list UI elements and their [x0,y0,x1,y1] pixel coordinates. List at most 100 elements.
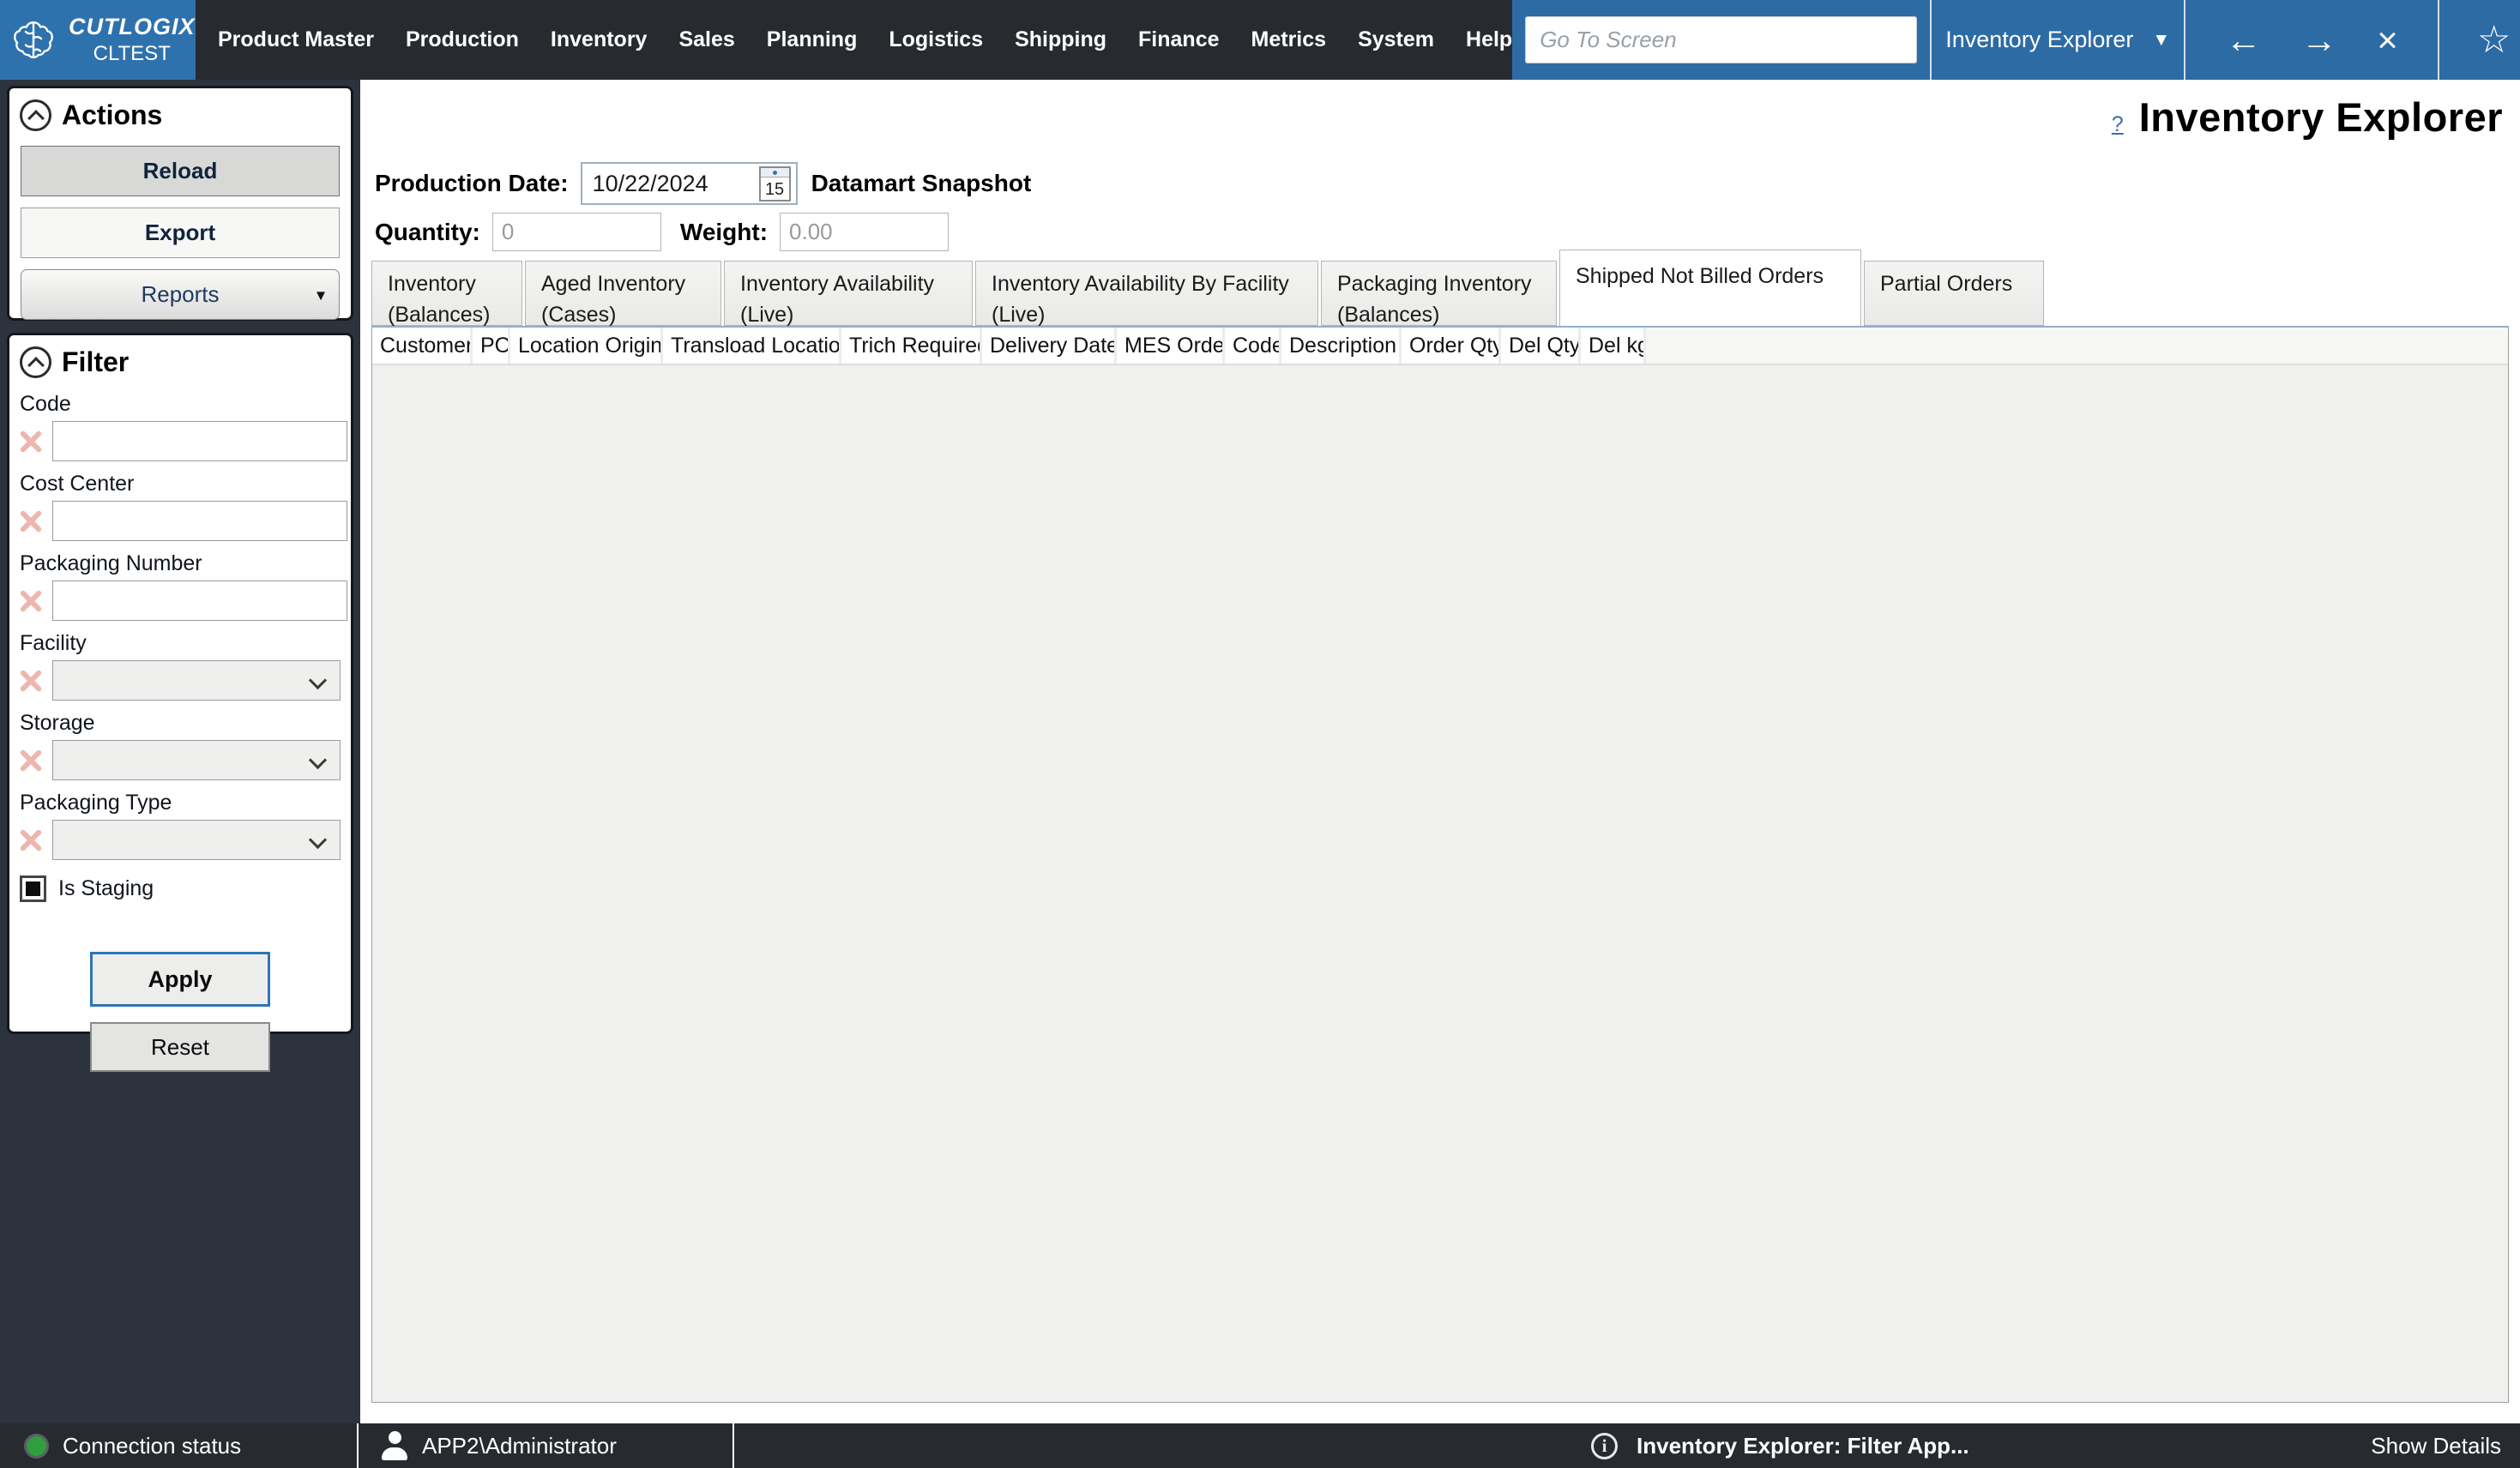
production-date-label: Production Date: [375,170,569,196]
clear-storage-icon[interactable] [15,744,47,777]
reload-button[interactable]: Reload [21,146,340,196]
column-header-mes-order[interactable]: MES Order [1117,328,1225,364]
tab-aged-inventory-cases[interactable]: Aged Inventory (Cases) [525,261,721,327]
packaging-number-input[interactable] [52,581,347,621]
app-window: CUTLOGIX CLTEST Product Master Productio… [0,0,2520,1468]
results-grid: Customer PO Location Origin Transload Lo… [371,326,2509,1403]
clear-code-icon[interactable] [15,425,47,458]
forward-arrow-icon[interactable]: → [2301,21,2337,58]
cost-center-input[interactable] [52,501,347,541]
tab-label: Inventory [388,272,476,296]
packaging-number-label: Packaging Number [20,551,202,575]
menu-product-master[interactable]: Product Master [218,27,374,52]
production-date-field: 15 [580,162,798,205]
tab-label: Aged Inventory [541,272,686,296]
clear-facility-icon[interactable] [15,665,47,697]
clear-cost-center-icon[interactable] [15,505,47,538]
weight-input[interactable] [780,213,950,251]
tab-shipped-not-billed-orders[interactable]: Shipped Not Billed Orders [1559,250,1861,326]
user-icon [379,1431,410,1460]
tab-inventory-availability-live[interactable]: Inventory Availability (Live) [724,261,973,327]
code-label: Code [20,392,71,416]
checkbox-fill-icon [26,881,40,896]
column-header-order-qty[interactable]: Order Qty [1402,328,1501,364]
packaging-type-select[interactable] [52,820,341,860]
chevron-down-icon: ▼ [2152,29,2171,50]
collapse-filter-icon[interactable] [20,346,51,378]
tab-inventory-balances[interactable]: Inventory (Balances) [371,261,522,327]
menu-metrics[interactable]: Metrics [1251,27,1327,52]
tab-label: Shipped Not Billed Orders [1576,264,1824,288]
top-menu-bar: CUTLOGIX CLTEST Product Master Productio… [0,0,2520,80]
help-link[interactable]: ? [2112,112,2124,137]
logged-in-user-segment: APP2\Administrator [359,1423,734,1468]
menu-planning[interactable]: Planning [767,27,858,52]
close-icon[interactable]: × [2377,21,2398,58]
page-title: Inventory Explorer [2138,94,2503,140]
screen-nav-section: ← → × [2184,0,2438,80]
status-message-segment: Inventory Explorer: Filter App... [1591,1423,1969,1468]
packaging-type-label: Packaging Type [20,791,172,815]
actions-panel: Actions Reload Export Reports ▾ [7,86,353,321]
apply-button[interactable]: Apply [90,952,270,1007]
clear-packaging-number-icon[interactable] [15,585,47,617]
facility-select[interactable] [52,660,341,701]
column-header-description[interactable]: Description [1281,328,1402,364]
quantity-input[interactable] [491,213,661,251]
storage-label: Storage [20,711,95,735]
menu-sales[interactable]: Sales [678,27,734,52]
tab-label: Inventory Availability [740,272,935,296]
column-header-po[interactable]: PO [473,328,510,364]
back-arrow-icon[interactable]: ← [2226,21,2262,58]
production-date-input[interactable] [592,170,739,197]
grid-body-empty [372,367,2508,1402]
favorite-star-icon[interactable]: ☆ [2477,21,2511,59]
column-header-transload-location[interactable]: Transload Location [663,328,841,364]
tab-strip: Inventory (Balances) Aged Inventory (Cas… [371,250,2044,327]
screen-selector-dropdown[interactable]: Inventory Explorer ▼ [1930,0,2184,80]
calendar-icon[interactable]: 15 [758,165,791,202]
menu-help[interactable]: Help [1466,27,1512,52]
weight-label: Weight: [679,218,769,245]
brain-logo-icon [14,21,53,58]
menu-production[interactable]: Production [406,27,519,52]
tab-label: Inventory Availability By Facility [992,272,1289,296]
column-header-trich-required[interactable]: Trich Required [841,328,982,364]
storage-select[interactable] [52,740,341,780]
clear-packaging-type-icon[interactable] [15,824,47,857]
filter-title: Filter [62,346,130,377]
column-header-del-kg[interactable]: Del kg [1581,328,1646,364]
grid-header-filler [1646,328,2508,364]
brand-logo: CUTLOGIX CLTEST [0,0,196,80]
menu-shipping[interactable]: Shipping [1015,27,1106,52]
info-icon [1591,1432,1618,1459]
left-sidebar: Actions Reload Export Reports ▾ Filter C… [0,80,360,1423]
show-details-button[interactable]: Show Details [2371,1423,2501,1468]
tab-packaging-inventory-balances[interactable]: Packaging Inventory (Balances) [1321,261,1557,327]
column-header-code[interactable]: Code [1225,328,1281,364]
export-button[interactable]: Export [21,208,340,258]
goto-screen-input[interactable] [1525,16,1918,63]
menu-inventory[interactable]: Inventory [551,27,648,52]
reports-dropdown-button[interactable]: Reports ▾ [21,269,340,320]
main-menu: Product Master Production Inventory Sale… [196,0,1512,80]
code-input[interactable] [52,421,347,461]
is-staging-checkbox[interactable] [20,875,46,902]
reset-button[interactable]: Reset [90,1022,270,1072]
column-header-customer[interactable]: Customer [372,328,473,364]
collapse-actions-icon[interactable] [20,99,51,131]
column-header-del-qty[interactable]: Del Qty [1501,328,1581,364]
connection-status-label: Connection status [63,1432,242,1459]
menu-logistics[interactable]: Logistics [889,27,983,52]
show-details-label: Show Details [2371,1432,2501,1459]
column-header-delivery-date[interactable]: Delivery Date [982,328,1117,364]
tab-partial-orders[interactable]: Partial Orders [1864,261,2044,326]
tab-inventory-availability-by-facility[interactable]: Inventory Availability By Facility (Live… [975,261,1318,327]
logged-in-user-label: APP2\Administrator [422,1432,617,1459]
menu-system[interactable]: System [1358,27,1434,52]
column-header-location-origin[interactable]: Location Origin [510,328,663,364]
datamart-snapshot-label: Datamart Snapshot [811,170,1032,196]
status-message: Inventory Explorer: Filter App... [1637,1432,1969,1459]
actions-title: Actions [62,99,163,130]
menu-finance[interactable]: Finance [1138,27,1219,52]
